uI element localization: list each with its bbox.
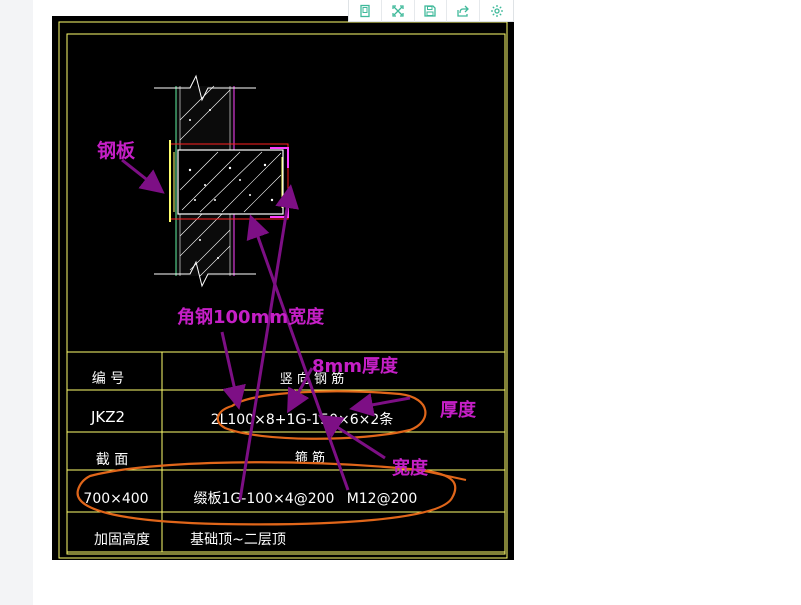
row2-label: JKZ2: [90, 408, 125, 426]
row5-value: 基础顶~二层顶: [190, 531, 286, 548]
row4-value-left: 缀板1G-100×4@200: [194, 491, 335, 507]
settings-button[interactable]: [480, 0, 513, 22]
annotation-angle-width: 角钢100mm宽度: [177, 306, 325, 328]
row3-label: 截 面: [96, 452, 128, 468]
share-button[interactable]: [447, 0, 481, 22]
outer-frame: [58, 21, 508, 559]
save-button[interactable]: [415, 0, 448, 22]
page-button[interactable]: [349, 0, 382, 22]
share-icon: [457, 5, 470, 17]
row4-value-right: M12@200: [347, 491, 418, 507]
cad-drawing: 编 号 竖 向 钢 筋 JKZ2 2L100×8+1G-150×6×2条 截 面…: [58, 21, 508, 559]
annotation-steel-plate: 钢板: [97, 139, 136, 162]
image-toolbar: [348, 0, 514, 22]
annotation-thickness: 厚度: [440, 399, 477, 421]
row4-label: 700×400: [83, 491, 148, 507]
inner-frame: [66, 33, 506, 555]
gear-icon: [490, 5, 503, 17]
row1-label: 编 号: [92, 371, 124, 387]
page-icon: [360, 4, 370, 18]
fullscreen-icon: [392, 5, 404, 17]
row5-label: 加固高度: [94, 531, 150, 548]
column-section: [154, 74, 289, 288]
save-icon: [424, 5, 437, 17]
annotation-width: 宽度: [392, 457, 429, 479]
annotation-8mm-thickness: 8mm厚度: [312, 355, 399, 377]
row2-value: 2L100×8+1G-150×6×2条: [211, 411, 394, 428]
fullscreen-button[interactable]: [382, 0, 415, 22]
